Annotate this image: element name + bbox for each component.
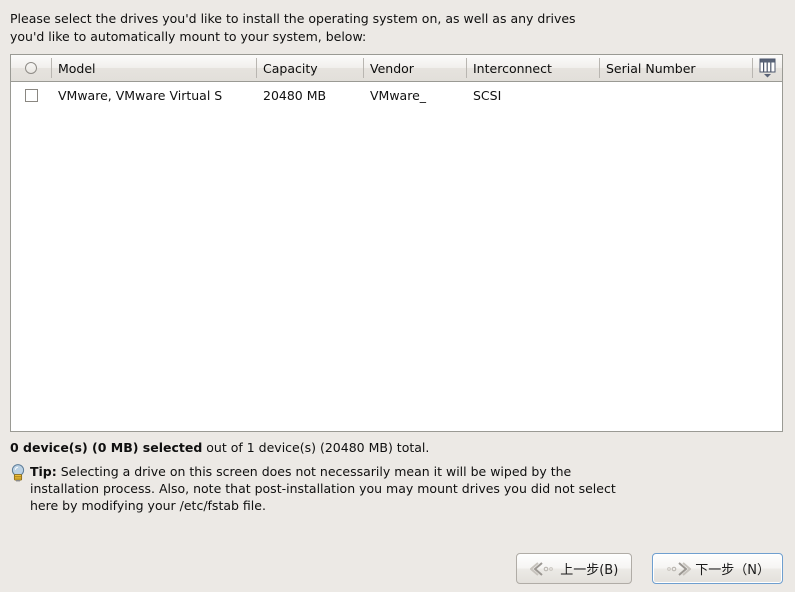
checkbox-unchecked-icon[interactable]	[24, 88, 38, 102]
column-header-model[interactable]: Model	[51, 55, 256, 81]
select-all-header-cell[interactable]	[11, 55, 51, 81]
next-button-label: 下一步（N）	[695, 563, 770, 578]
column-chooser-button[interactable]	[752, 55, 782, 81]
tip-text: Tip: Selecting a drive on this screen do…	[30, 463, 630, 514]
tip-body: Selecting a drive on this screen does no…	[30, 464, 616, 513]
cell-capacity: 20480 MB	[263, 87, 327, 103]
instruction-text: Please select the drives you'd like to i…	[10, 11, 576, 44]
selection-status-rest: out of 1 device(s) (20480 MB) total.	[202, 440, 430, 455]
column-header-label: Interconnect	[473, 60, 552, 76]
column-chooser-icon	[759, 58, 775, 77]
tip-block: Tip: Selecting a drive on this screen do…	[10, 463, 630, 514]
column-header-label: Serial Number	[606, 60, 696, 76]
column-header-label: Vendor	[370, 60, 414, 76]
arrow-left-icon	[530, 561, 554, 576]
tip-label: Tip:	[30, 464, 57, 479]
cell-model: VMware, VMware Virtual S	[58, 87, 223, 103]
cell-interconnect: SCSI	[473, 87, 502, 103]
navigation-buttons: 上一步(B) 下一步（N）	[516, 553, 783, 584]
selection-status: 0 device(s) (0 MB) selected out of 1 dev…	[10, 440, 429, 455]
back-button[interactable]: 上一步(B)	[516, 553, 633, 584]
column-header-vendor[interactable]: Vendor	[363, 55, 466, 81]
table-header-row: Model Capacity Vendor Interconnect Seria…	[11, 55, 782, 82]
back-button-label: 上一步(B)	[560, 563, 619, 578]
lightbulb-icon	[11, 464, 25, 482]
table-row[interactable]: VMware, VMware Virtual S 20480 MB VMware…	[11, 82, 782, 108]
cell-vendor: VMware_	[370, 87, 427, 103]
arrow-right-icon	[667, 561, 692, 576]
column-header-interconnect[interactable]: Interconnect	[466, 55, 599, 81]
table-body: VMware, VMware Virtual S 20480 MB VMware…	[11, 82, 782, 108]
column-header-label: Capacity	[263, 60, 318, 76]
drives-table[interactable]: Model Capacity Vendor Interconnect Seria…	[10, 54, 783, 432]
column-header-capacity[interactable]: Capacity	[256, 55, 363, 81]
radio-unchecked-icon[interactable]	[25, 62, 37, 74]
row-select-cell[interactable]	[11, 82, 51, 108]
column-header-label: Model	[58, 60, 96, 76]
selection-status-bold: 0 device(s) (0 MB) selected	[10, 440, 203, 455]
cell-serial-number	[599, 82, 782, 108]
column-header-serial-number[interactable]: Serial Number	[599, 55, 752, 81]
next-button[interactable]: 下一步（N）	[652, 553, 783, 584]
